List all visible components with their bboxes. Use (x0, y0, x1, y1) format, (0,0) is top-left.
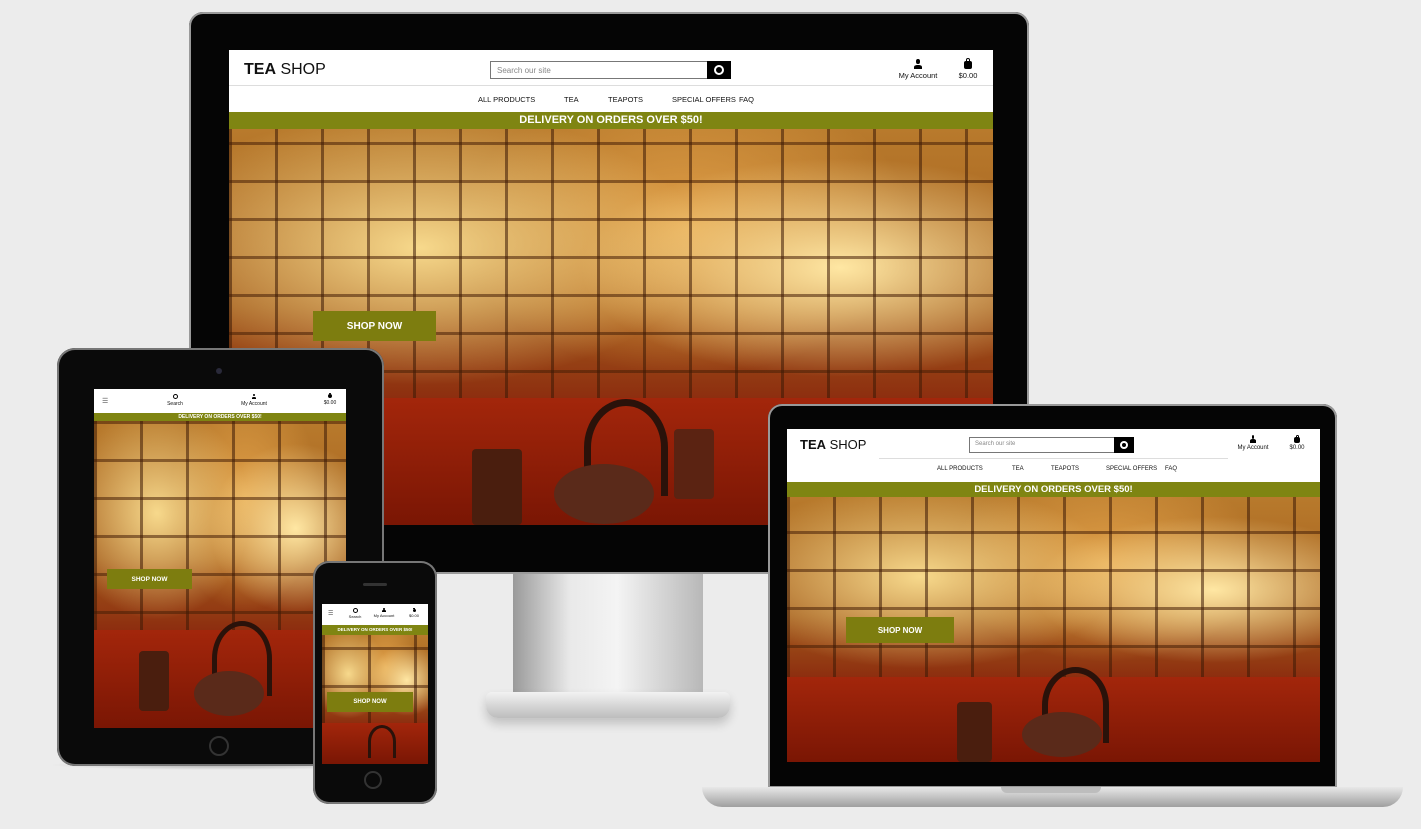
delivery-banner: DELIVERY ON ORDERS OVER $50! (322, 625, 428, 635)
bag-icon (328, 392, 332, 398)
user-icon (914, 59, 923, 69)
search-icon (714, 65, 724, 75)
search-icon (352, 608, 358, 613)
search-input[interactable]: Search our site (969, 437, 1115, 453)
phone-speaker (363, 583, 387, 586)
user-icon (382, 608, 386, 612)
site-logo[interactable]: TEA SHOP (244, 61, 326, 79)
menu-icon[interactable]: ☰ (102, 397, 108, 405)
logo-bold: TEA (800, 437, 826, 452)
phone-home-button[interactable] (364, 771, 382, 789)
monitor-stand-neck (513, 574, 703, 694)
search-icon (172, 394, 178, 399)
nav-teapots[interactable]: TEAPOTS (608, 95, 643, 104)
search-button[interactable] (1114, 437, 1134, 453)
cart-link[interactable]: $0.00 (322, 392, 338, 406)
logo-bold: TEA (244, 61, 276, 78)
bag-icon (964, 58, 972, 69)
nav-faq[interactable]: FAQ (739, 95, 754, 104)
hero-image: SHOP NOW (787, 497, 1320, 762)
cart-total: $0.00 (958, 71, 978, 80)
cart-total: $0.00 (323, 400, 337, 406)
hero-teapot (554, 464, 654, 524)
laptop-notch (1001, 787, 1101, 793)
shop-now-button[interactable]: SHOP NOW (313, 311, 436, 341)
nav-tea[interactable]: TEA (1012, 466, 1024, 472)
hero-stool (139, 651, 169, 711)
hero-stool (472, 449, 522, 525)
search-icon (1120, 441, 1128, 449)
delivery-banner: DELIVERY ON ORDERS OVER $50! (787, 482, 1320, 497)
bag-icon (412, 607, 416, 612)
shop-now-button[interactable]: SHOP NOW (107, 569, 192, 589)
cart-total: $0.00 (408, 613, 419, 618)
cart-total: $0.00 (1289, 445, 1305, 451)
account-link[interactable]: My Account (370, 608, 398, 618)
search-button[interactable] (707, 61, 731, 79)
nav-teapots[interactable]: TEAPOTS (1051, 466, 1079, 472)
account-link[interactable]: My Account (897, 59, 939, 80)
tablet-camera (216, 368, 222, 374)
nav-all-products[interactable]: ALL PRODUCTS (937, 466, 983, 472)
hero-stool (957, 702, 992, 762)
nav-special-offers[interactable]: SPECIAL OFFERS (1106, 466, 1157, 472)
monitor-stand-base (486, 692, 730, 718)
user-icon (252, 394, 257, 399)
search-toggle[interactable]: Search (164, 394, 186, 407)
search-input[interactable]: Search our site (490, 61, 708, 79)
site-logo[interactable]: TEA SHOP (800, 437, 866, 452)
header-divider (229, 85, 993, 86)
cart-link[interactable]: $0.00 (1285, 434, 1309, 451)
cart-link[interactable]: $0.00 (406, 607, 422, 618)
search-label: Search (167, 401, 183, 407)
hero-image: SHOP NOW (322, 635, 428, 764)
delivery-banner: DELIVERY ON ORDERS OVER $50! (229, 112, 993, 129)
account-label: My Account (241, 401, 267, 407)
logo-light: SHOP (280, 61, 326, 78)
delivery-banner: DELIVERY ON ORDERS OVER $50! (94, 413, 346, 421)
account-link[interactable]: My Account (1234, 435, 1272, 451)
logo-light: SHOP (829, 437, 867, 452)
bag-icon (1294, 434, 1300, 443)
hero-stool (674, 429, 714, 499)
cart-link[interactable]: $0.00 (955, 58, 981, 80)
account-label: My Account (1237, 445, 1269, 451)
search-toggle[interactable]: Search (344, 608, 366, 619)
nav-tea[interactable]: TEA (564, 95, 579, 104)
hero-teapot (194, 671, 264, 716)
hero-teapot (1022, 712, 1102, 757)
hero-image: SHOP NOW (94, 421, 346, 728)
user-icon (1250, 435, 1257, 443)
laptop-site: TEA SHOP Search our site My Account $0.0… (787, 429, 1320, 762)
hero-kettle-handle (368, 725, 396, 758)
menu-icon[interactable]: ☰ (328, 610, 333, 617)
tablet-site: ☰ Search My Account $0.00 DELIVERY ON OR… (94, 389, 346, 728)
nav-faq[interactable]: FAQ (1165, 466, 1177, 472)
account-link[interactable]: My Account (239, 394, 269, 407)
header-divider (879, 458, 1228, 459)
shop-now-button[interactable]: SHOP NOW (846, 617, 954, 643)
shop-now-button[interactable]: SHOP NOW (327, 692, 413, 712)
account-label: My Account (373, 613, 395, 618)
nav-all-products[interactable]: ALL PRODUCTS (478, 95, 535, 104)
nav-special-offers[interactable]: SPECIAL OFFERS (672, 95, 736, 104)
phone-site: ☰ Search My Account $0.00 DELIVERY ON OR… (322, 604, 428, 764)
account-label: My Account (898, 71, 938, 80)
search-label: Search (348, 614, 362, 619)
tablet-home-button[interactable] (209, 736, 229, 756)
